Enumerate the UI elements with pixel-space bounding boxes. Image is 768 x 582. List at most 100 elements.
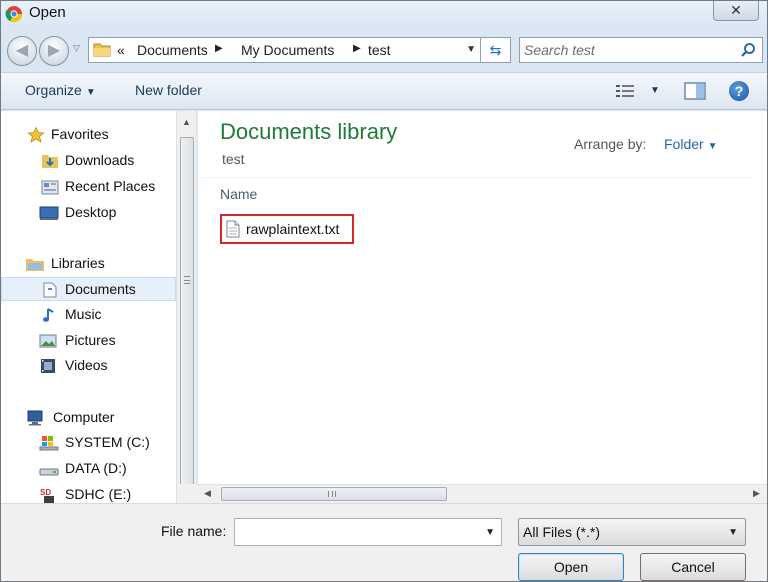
breadcrumb-documents[interactable]: Documents <box>137 42 208 58</box>
nav-item-label: Desktop <box>65 204 117 220</box>
command-toolbar: Organize ▼ New folder ▼ ? <box>1 72 767 110</box>
breadcrumb-separator-icon[interactable]: ▶ <box>353 43 361 54</box>
nav-item-videos[interactable]: Videos <box>1 354 176 378</box>
videos-icon <box>39 358 57 374</box>
file-name: rawplaintext.txt <box>246 221 340 237</box>
preview-pane-icon[interactable] <box>684 82 706 100</box>
back-button[interactable]: ◀ <box>7 36 37 66</box>
nav-libraries[interactable]: Libraries <box>1 252 176 276</box>
recent-locations-dropdown-icon[interactable]: ▽ <box>73 43 80 54</box>
forward-button[interactable]: ▶ <box>39 36 69 66</box>
breadcrumb-separator-icon[interactable]: ▶ <box>215 43 223 54</box>
refresh-icon: ⇆ <box>489 42 502 58</box>
nav-libraries-label: Libraries <box>51 255 105 271</box>
address-bar[interactable]: « Documents ▶ My Documents ▶ test ▼ <box>88 37 481 63</box>
file-name-label: File name: <box>161 523 227 539</box>
refresh-button[interactable]: ⇆ <box>481 37 511 63</box>
nav-item-desktop[interactable]: Desktop <box>1 201 176 225</box>
documents-icon <box>42 282 60 298</box>
column-divider <box>202 177 752 178</box>
search-icon[interactable] <box>740 42 756 58</box>
nav-item-label: SDHC (E:) <box>65 486 132 502</box>
nav-computer-label: Computer <box>53 409 115 425</box>
scroll-right-icon[interactable]: ▶ <box>753 488 760 499</box>
navigation-pane: Favorites Downloads Recent Places Deskto… <box>1 111 176 504</box>
library-title: Documents library <box>220 119 398 144</box>
file-list-pane: Documents library test Arrange by: Folde… <box>197 111 767 503</box>
scrollbar-corner <box>177 484 197 503</box>
nav-item-music[interactable]: Music <box>1 303 176 327</box>
windows-drive-icon <box>39 435 59 451</box>
forward-arrow-icon: ▶ <box>47 42 61 59</box>
nav-item-label: Videos <box>65 357 108 373</box>
address-dropdown-icon[interactable]: ▼ <box>466 44 476 55</box>
navigation-row: ◀ ▶ ▽ « Documents ▶ My Documents ▶ test … <box>1 27 767 71</box>
address-overflow-icon[interactable]: « <box>117 42 125 58</box>
file-type-select[interactable]: All Files (*.*) ▼ <box>518 518 746 546</box>
nav-item-label: SYSTEM (C:) <box>65 434 150 450</box>
computer-icon <box>25 410 43 426</box>
nav-computer[interactable]: Computer <box>1 406 176 430</box>
scroll-up-icon[interactable]: ▲ <box>182 117 191 127</box>
library-subtitle: test <box>222 151 245 167</box>
nav-item-label: DATA (D:) <box>65 460 127 476</box>
title-bar: Open ✕ <box>1 1 767 27</box>
chrome-icon <box>5 6 23 23</box>
organize-caret-icon: ▼ <box>85 87 96 98</box>
arrange-by-value: Folder <box>664 136 704 152</box>
nav-item-label: Documents <box>65 281 136 297</box>
file-type-dropdown-icon: ▼ <box>728 527 738 538</box>
nav-item-system-drive[interactable]: SYSTEM (C:) <box>1 431 176 455</box>
nav-item-label: Pictures <box>65 332 116 348</box>
nav-item-pictures[interactable]: Pictures <box>1 329 176 353</box>
search-input[interactable] <box>524 40 734 60</box>
nav-item-documents[interactable]: Documents <box>1 277 176 301</box>
arrange-caret-icon: ▼ <box>707 141 718 152</box>
star-icon <box>27 126 45 143</box>
nav-item-data-drive[interactable]: DATA (D:) <box>1 457 176 481</box>
navigation-pane-scrollbar[interactable]: ▲ ▼ <box>176 111 196 503</box>
dialog-footer: File name: ▼ All Files (*.*) ▼ Open Canc… <box>1 503 767 581</box>
organize-label: Organize <box>25 82 82 98</box>
arrange-by-dropdown[interactable]: Folder ▼ <box>664 136 717 152</box>
back-arrow-icon: ◀ <box>15 42 29 59</box>
file-name-input[interactable] <box>239 523 479 541</box>
organize-button[interactable]: Organize ▼ <box>25 82 96 98</box>
scroll-grip-icon <box>184 276 190 284</box>
file-item-rawplaintext[interactable]: rawplaintext.txt <box>220 214 354 244</box>
breadcrumb-my-documents[interactable]: My Documents <box>241 42 334 58</box>
desktop-icon <box>39 205 59 221</box>
name-column-header[interactable]: Name <box>220 186 257 202</box>
horizontal-scroll-thumb[interactable] <box>221 487 447 501</box>
folder-icon <box>93 43 111 57</box>
downloads-folder-icon <box>41 153 59 169</box>
file-name-combobox[interactable]: ▼ <box>234 518 502 546</box>
open-button[interactable]: Open <box>518 553 624 581</box>
close-icon: ✕ <box>730 2 742 18</box>
window-title: Open <box>29 4 66 21</box>
libraries-icon <box>25 256 44 272</box>
nav-favorites-label: Favorites <box>51 126 109 142</box>
pictures-icon <box>39 333 57 349</box>
scroll-left-icon[interactable]: ◀ <box>204 488 211 499</box>
cancel-button[interactable]: Cancel <box>640 553 746 581</box>
svg-text:SD: SD <box>40 488 51 497</box>
sd-card-icon: SD <box>39 487 57 504</box>
nav-item-recent-places[interactable]: Recent Places <box>1 175 176 199</box>
scroll-thumb[interactable] <box>180 137 194 487</box>
view-options-caret-icon[interactable]: ▼ <box>650 85 660 96</box>
view-details-icon[interactable] <box>615 83 637 99</box>
file-name-dropdown-icon[interactable]: ▼ <box>485 527 495 538</box>
new-folder-button[interactable]: New folder <box>135 82 202 98</box>
close-button[interactable]: ✕ <box>713 1 759 21</box>
search-box[interactable] <box>519 37 763 63</box>
help-icon[interactable]: ? <box>729 81 749 101</box>
nav-item-downloads[interactable]: Downloads <box>1 149 176 173</box>
open-dialog: Open ✕ ◀ ▶ ▽ « Documents ▶ My Documents … <box>0 0 768 582</box>
scroll-grip-icon <box>328 491 336 497</box>
nav-favorites[interactable]: Favorites <box>1 123 176 147</box>
music-icon <box>41 307 59 323</box>
breadcrumb-test[interactable]: test <box>368 42 391 58</box>
nav-item-label: Recent Places <box>65 178 156 194</box>
file-list-horizontal-scrollbar[interactable]: ◀ ▶ <box>197 484 767 503</box>
